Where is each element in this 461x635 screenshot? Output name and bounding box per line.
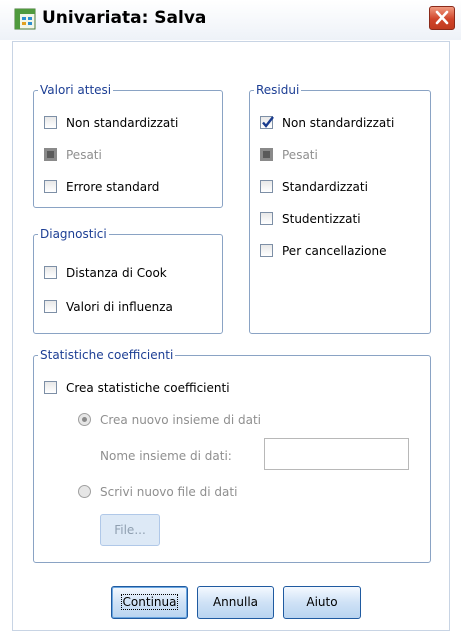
group-statistiche-coefficienti: Statistiche coefficienti Crea statistich…	[33, 348, 431, 563]
checkbox-label: Per cancellazione	[282, 244, 387, 258]
group-residui: Residui Non standardizzati Pesati Standa…	[249, 83, 431, 334]
close-icon	[435, 10, 449, 25]
radio-button[interactable]	[78, 413, 91, 426]
title-bar[interactable]: Univariata: Salva	[0, 0, 461, 40]
aiuto-button[interactable]: Aiuto	[283, 586, 361, 619]
checkbox-box[interactable]	[44, 148, 57, 161]
check-icon	[262, 116, 274, 128]
aiuto-label: Aiuto	[306, 595, 338, 609]
checkbox-box[interactable]	[44, 116, 57, 129]
group-legend: Valori attesi	[38, 83, 114, 97]
checkbox-label: Standardizzati	[282, 180, 368, 194]
group-legend: Diagnostici	[38, 227, 109, 241]
group-valori-attesi: Valori attesi Non standardizzati Pesati …	[33, 83, 223, 208]
group-legend: Residui	[254, 83, 302, 97]
checkbox-label: Crea statistiche coefficienti	[66, 381, 230, 395]
annulla-label: Annulla	[212, 595, 259, 609]
radio-button[interactable]	[78, 485, 91, 498]
checkbox-box[interactable]	[44, 300, 57, 313]
checkbox-box[interactable]	[260, 180, 273, 193]
checkbox-box[interactable]	[260, 148, 273, 161]
nome-insieme-label: Nome insieme di dati:	[100, 449, 232, 463]
checkbox-box[interactable]	[260, 244, 273, 257]
checkbox-label: Studentizzati	[282, 212, 361, 226]
checkbox-label: Pesati	[282, 148, 318, 162]
checkbox-box[interactable]	[44, 266, 57, 279]
group-diagnostici: Diagnostici Distanza di Cook Valori di i…	[33, 227, 223, 334]
checkbox-label: Distanza di Cook	[66, 266, 167, 280]
dialog-title: Univariata: Salva	[42, 8, 207, 28]
radio-label: Scrivi nuovo file di dati	[100, 485, 238, 499]
continua-label: Continua	[120, 594, 179, 610]
checkbox-label: Non standardizzati	[282, 116, 395, 130]
close-button[interactable]	[429, 6, 455, 30]
dialog-body: Valori attesi Non standardizzati Pesati …	[12, 41, 450, 631]
app-icon	[14, 8, 36, 30]
checkbox-label: Errore standard	[66, 180, 160, 194]
checkbox-label: Pesati	[66, 148, 102, 162]
annulla-button[interactable]: Annulla	[197, 586, 274, 619]
group-legend: Statistiche coefficienti	[38, 348, 176, 362]
checkbox-box[interactable]	[260, 212, 273, 225]
checkbox-label: Non standardizzati	[66, 116, 179, 130]
checkbox-box[interactable]	[44, 381, 57, 394]
radio-label: Crea nuovo insieme di dati	[100, 413, 261, 427]
checkbox-label: Valori di influenza	[66, 300, 173, 314]
checkbox-box[interactable]	[260, 116, 274, 129]
file-button[interactable]: File...	[100, 514, 160, 546]
checkbox-box[interactable]	[44, 180, 57, 193]
continua-button[interactable]: Continua	[111, 586, 188, 619]
save-dialog: Univariata: Salva Valori attesi Non stan…	[0, 0, 461, 635]
nome-insieme-input[interactable]	[264, 438, 409, 470]
